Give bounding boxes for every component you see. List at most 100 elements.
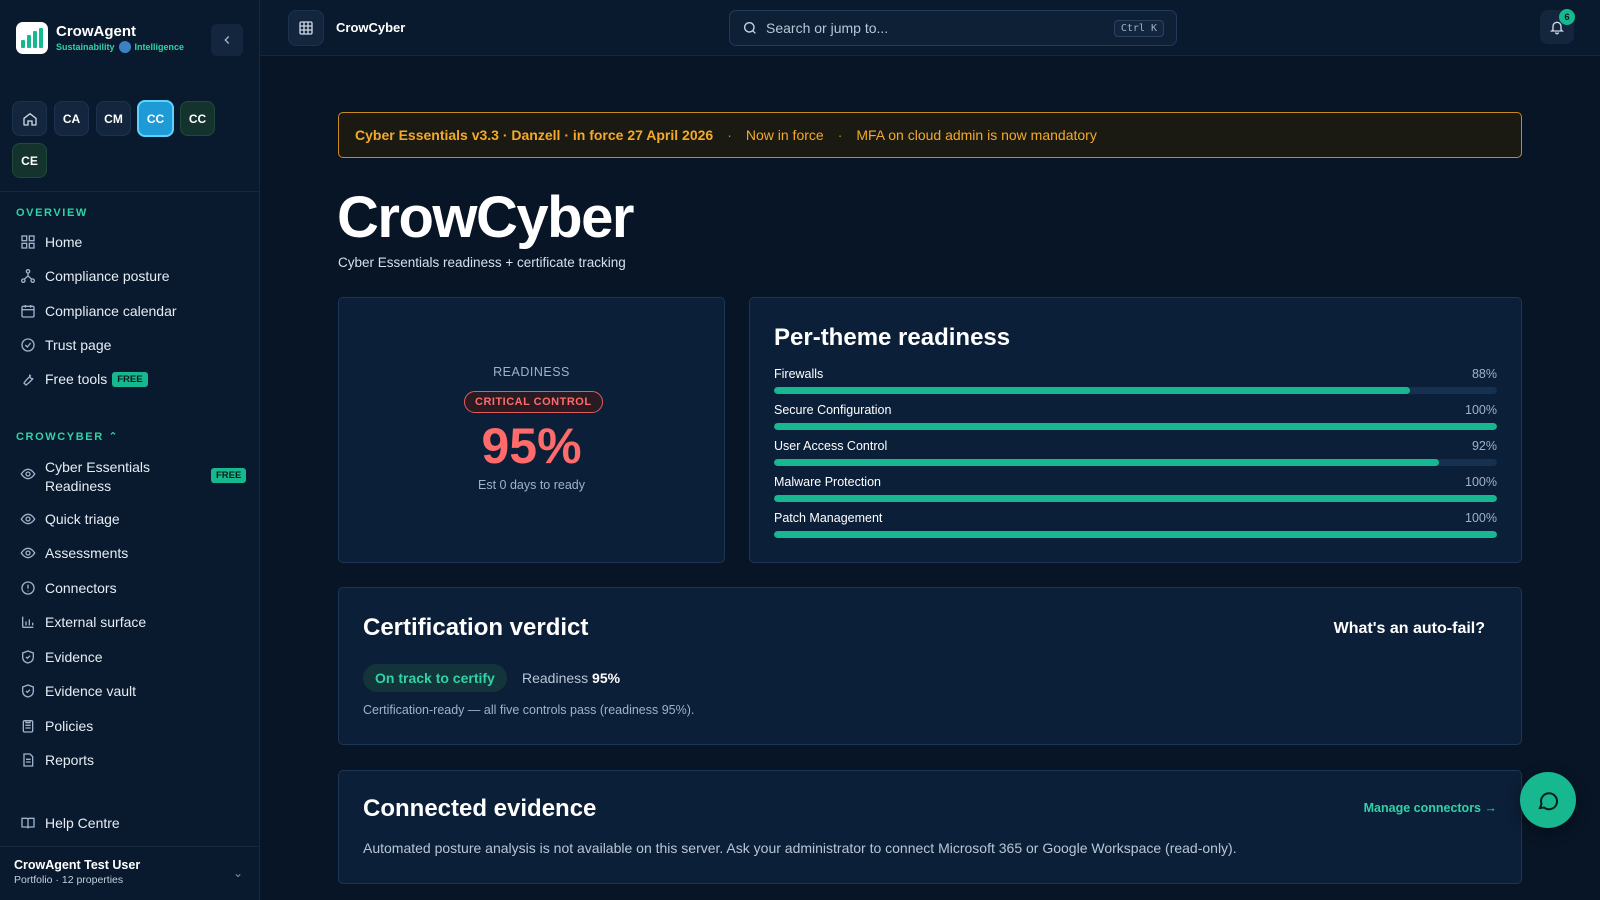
app-chip-cm[interactable]: CM xyxy=(96,101,131,136)
evidence-title: Connected evidence xyxy=(363,795,597,822)
evidence-note: Automated posture analysis is not availa… xyxy=(363,840,1237,856)
sidebar: CrowAgent Sustainability Intelligence CA… xyxy=(0,0,260,900)
nav-trust-page[interactable]: Trust page xyxy=(20,337,242,353)
auto-fail-link[interactable]: What's an auto-fail? xyxy=(1334,620,1485,638)
theme-progress-fill xyxy=(774,459,1440,466)
nav-label: Trust page xyxy=(45,337,112,353)
readiness-card: READINESS CRITICAL CONTROL 95% Est 0 day… xyxy=(338,297,725,563)
nav-policies[interactable]: Policies xyxy=(20,718,242,734)
theme-progress-track xyxy=(774,423,1497,430)
nav-free-tools[interactable]: Free tools FREE xyxy=(20,371,242,387)
nav-reports[interactable]: Reports xyxy=(20,752,242,768)
theme-value: 100% xyxy=(1465,511,1497,525)
nav-label: Compliance calendar xyxy=(45,303,177,319)
nav-label: Policies xyxy=(45,718,94,734)
search-placeholder: Search or jump to... xyxy=(766,20,889,36)
nav-label: Cyber Essentials Readiness xyxy=(45,459,151,494)
page-subtitle: Cyber Essentials readiness + certificate… xyxy=(338,255,626,270)
nav-cyber-essentials-readiness[interactable]: Cyber Essentials Readiness FREE xyxy=(20,458,247,496)
brand[interactable]: CrowAgent Sustainability Intelligence xyxy=(16,22,184,54)
nav-assessments[interactable]: Assessments xyxy=(20,545,242,561)
chevron-up-icon: ⌃ xyxy=(108,431,120,443)
nav-label: Quick triage xyxy=(45,511,120,527)
theme-name: Patch Management xyxy=(774,511,883,525)
free-badge: FREE xyxy=(211,468,247,483)
nav-label: Home xyxy=(45,234,83,250)
brand-tagline-right: Intelligence xyxy=(134,41,185,52)
collapse-sidebar-button[interactable] xyxy=(211,24,243,56)
clipboard-icon xyxy=(20,718,36,734)
nav-evidence[interactable]: Evidence xyxy=(20,649,242,665)
nav-home[interactable]: Home xyxy=(20,234,242,250)
theme-progress-track xyxy=(774,459,1497,466)
nav-compliance-posture[interactable]: Compliance posture xyxy=(20,268,242,284)
app-chip-cc-active[interactable]: CC xyxy=(137,100,174,137)
nav-label: Free tools xyxy=(45,371,108,387)
chat-bubble-icon xyxy=(1538,792,1559,811)
app-chip-cc[interactable]: CC xyxy=(180,101,215,136)
nav-label: Compliance posture xyxy=(45,268,170,284)
verdict-status-pill: On track to certify xyxy=(363,664,507,692)
theme-progress-fill xyxy=(774,387,1411,394)
banner-note: MFA on cloud admin is now mandatory xyxy=(856,127,1097,143)
app-chip-ce[interactable]: CE xyxy=(12,143,47,178)
app-chip-home[interactable] xyxy=(12,101,47,136)
search-icon xyxy=(742,20,758,36)
banner-headline: Cyber Essentials v3.3 · Danzell · in for… xyxy=(355,127,714,143)
search-input[interactable]: Search or jump to... Ctrl K xyxy=(729,10,1177,46)
theme-row: Secure Configuration 100% xyxy=(774,403,1497,430)
nav-help-centre[interactable]: Help Centre xyxy=(20,815,242,831)
nav-connectors[interactable]: Connectors xyxy=(20,580,242,596)
user-menu[interactable]: CrowAgent Test User Portfolio · 12 prope… xyxy=(14,858,140,886)
alert-circle-icon xyxy=(20,580,36,596)
check-circle-icon xyxy=(20,337,36,353)
nav-label: External surface xyxy=(45,614,147,630)
sidebar-divider xyxy=(0,846,260,847)
verdict-readiness: Readiness 95% xyxy=(522,670,620,686)
nav-external-surface[interactable]: External surface xyxy=(20,614,242,630)
app-chip-ca[interactable]: CA xyxy=(54,101,89,136)
nav-compliance-calendar[interactable]: Compliance calendar xyxy=(20,303,242,319)
book-icon xyxy=(20,815,36,831)
theme-name: Malware Protection xyxy=(774,475,881,489)
critical-control-badge: CRITICAL CONTROL xyxy=(464,391,603,413)
verdict-readiness-label: Readiness xyxy=(522,670,589,686)
brand-logo-icon xyxy=(16,22,48,54)
nav-quick-triage[interactable]: Quick triage xyxy=(20,511,242,527)
theme-progress-track xyxy=(774,387,1497,394)
banner-separator: · xyxy=(837,127,843,143)
theme-value: 92% xyxy=(1471,439,1497,453)
sitemap-icon xyxy=(20,268,36,284)
verdict-note: Certification-ready — all five controls … xyxy=(363,703,695,717)
chevron-down-icon[interactable]: ⌄ xyxy=(233,866,243,880)
search-shortcut: Ctrl K xyxy=(1113,19,1164,37)
brand-name: CrowAgent xyxy=(56,22,136,40)
certification-verdict-card: Certification verdict What's an auto-fai… xyxy=(338,587,1522,745)
app-grid-button[interactable] xyxy=(288,10,324,46)
nav-evidence-vault[interactable]: Evidence vault xyxy=(20,683,242,699)
manage-connectors-link[interactable]: Manage connectors → xyxy=(1364,801,1497,815)
theme-progress-fill xyxy=(774,495,1497,502)
connected-evidence-card: Connected evidence Manage connectors → A… xyxy=(338,770,1522,884)
section-label-overview: OVERVIEW xyxy=(16,207,88,219)
sidebar-divider xyxy=(0,191,260,192)
nav-label: Connectors xyxy=(45,580,117,596)
readiness-value: 95% xyxy=(481,418,582,474)
globe-icon xyxy=(118,40,131,53)
eye-icon xyxy=(20,545,36,561)
chevron-left-icon xyxy=(224,36,230,44)
home-icon xyxy=(22,112,37,126)
chat-button[interactable] xyxy=(1520,772,1576,828)
shield-check-icon xyxy=(20,683,36,699)
section-label-crowcyber[interactable]: CROWCYBER ⌃ xyxy=(16,430,119,443)
per-theme-title: Per-theme readiness xyxy=(774,324,1011,351)
theme-name: Secure Configuration xyxy=(774,403,892,417)
bar-chart-icon xyxy=(20,614,36,630)
verdict-title: Certification verdict xyxy=(363,614,589,641)
theme-value: 100% xyxy=(1465,403,1497,417)
app-grid-icon xyxy=(299,21,313,35)
theme-row: Patch Management 100% xyxy=(774,511,1497,538)
wrench-icon xyxy=(20,371,36,387)
shield-check-icon xyxy=(20,649,36,665)
theme-row: Firewalls 88% xyxy=(774,367,1497,394)
